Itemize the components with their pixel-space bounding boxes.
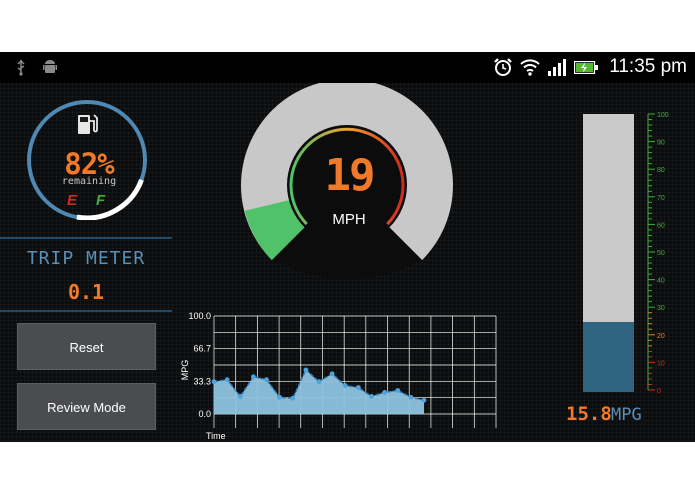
fuel-full-label: F — [96, 192, 106, 209]
scale-label: 70 — [657, 195, 665, 202]
scale-label: 90 — [657, 140, 665, 147]
data-point — [408, 394, 414, 400]
y-tick-label: 66.7 — [193, 344, 211, 354]
android-debug-icon — [43, 60, 57, 73]
scale-label: 50 — [657, 250, 665, 257]
data-point — [224, 377, 230, 383]
data-point — [355, 385, 361, 390]
fuel-remaining-label: remaining — [61, 176, 117, 187]
scale-label: 10 — [657, 360, 665, 367]
y-tick-label: 33.3 — [193, 376, 211, 386]
data-point — [303, 367, 309, 373]
data-point — [264, 377, 269, 383]
data-point — [237, 393, 243, 399]
mpg-bar-fill — [583, 322, 634, 392]
scale-label: 30 — [657, 305, 665, 312]
app-screen: 11:35 pm 82% remaining E F TRIP METER 0.… — [0, 52, 695, 442]
mpg-scale: 1009080706050403020100 — [647, 112, 669, 395]
data-point — [382, 390, 388, 395]
data-point — [290, 395, 296, 401]
mpg-value: 15.8 — [566, 403, 612, 425]
scale-label: 40 — [657, 278, 665, 285]
trip-meter-value: 0.1 — [67, 280, 105, 304]
review-mode-button[interactable]: Review Mode — [17, 383, 156, 430]
trip-meter-title: TRIP METER — [26, 248, 146, 269]
data-point — [250, 374, 256, 380]
wifi-icon — [520, 59, 540, 76]
scale-label: 100 — [657, 112, 669, 119]
usb-icon — [17, 60, 25, 76]
y-tick-label: 0.0 — [198, 409, 211, 419]
scale-label: 60 — [657, 222, 665, 229]
fuel-empty-label: E — [67, 192, 78, 209]
alarm-clock-icon — [494, 58, 512, 76]
data-point — [369, 393, 374, 399]
mpg-area — [214, 369, 424, 414]
data-point — [277, 394, 283, 400]
fuel-pump-icon — [78, 114, 98, 134]
data-point — [342, 383, 348, 388]
reset-button[interactable]: Reset — [17, 323, 156, 370]
status-clock: 11:35 pm — [609, 56, 687, 77]
signal-icon — [548, 59, 566, 76]
y-tick-label: 100.0 — [188, 311, 211, 321]
scale-label: 80 — [657, 167, 665, 174]
scale-label: 0 — [657, 388, 661, 395]
speed-value: 19 — [324, 150, 376, 201]
speed-unit: MPH — [332, 211, 366, 228]
data-point — [329, 371, 335, 377]
data-point — [395, 388, 401, 393]
mpg-chart: 100.0 66.7 33.3 0.0 MPG Time — [180, 311, 497, 441]
battery-charging-icon — [574, 61, 598, 74]
data-point — [421, 397, 427, 403]
data-point — [316, 379, 322, 385]
status-bar: 11:35 pm — [0, 52, 695, 83]
divider — [0, 310, 172, 312]
data-point — [211, 379, 217, 385]
y-axis-label: MPG — [180, 360, 190, 381]
divider — [0, 237, 172, 239]
scale-label: 20 — [657, 333, 665, 340]
x-axis-label: Time — [206, 431, 226, 441]
mpg-unit: MPG — [611, 405, 642, 425]
